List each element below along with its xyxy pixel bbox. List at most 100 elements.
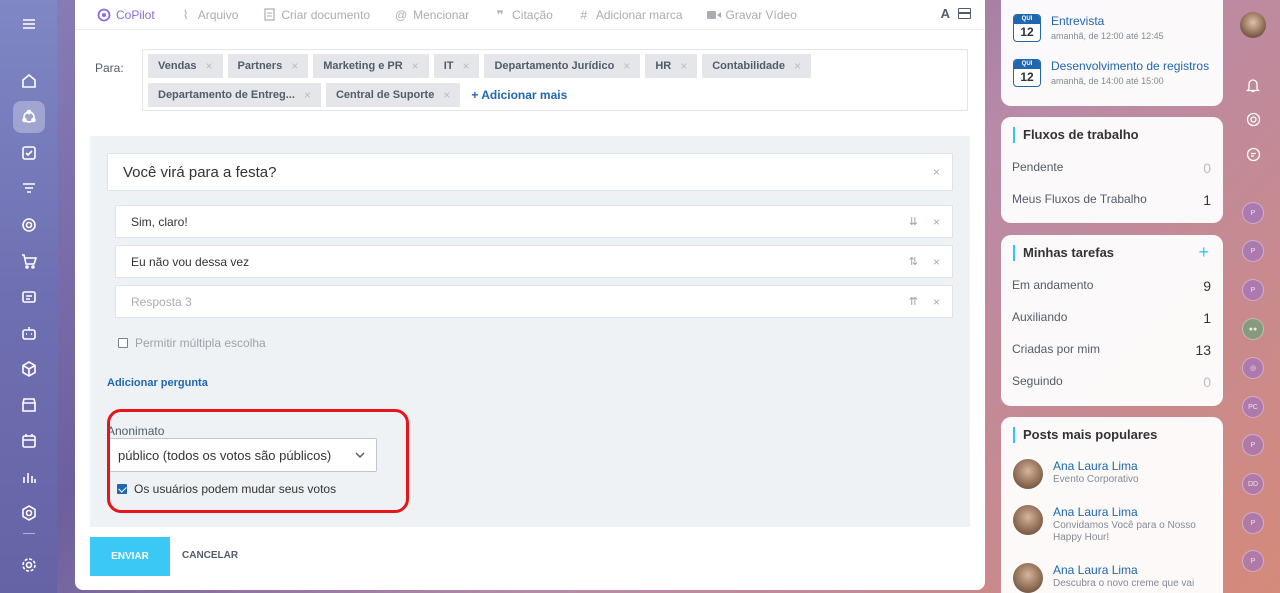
workflows-title[interactable]: Fluxos de trabalho <box>1013 127 1139 143</box>
post-item[interactable]: Ana Laura Lima Evento Corporativo <box>1013 459 1203 489</box>
recipient-chip[interactable]: Vendas × <box>148 54 223 78</box>
remove-chip-icon[interactable]: × <box>206 59 213 73</box>
checkbox-unchecked-icon[interactable] <box>118 338 128 348</box>
workflow-row[interactable]: Pendente 0 <box>1012 160 1211 176</box>
remove-answer-icon[interactable]: × <box>933 255 940 269</box>
recipients-field[interactable]: Vendas × Partners × Marketing e PR × IT × De… <box>142 49 968 111</box>
post-item[interactable]: Ana Laura Lima Convidamos Você para o No… <box>1013 505 1203 544</box>
user-avatar[interactable] <box>1240 12 1266 38</box>
hexagon-icon[interactable] <box>13 497 45 529</box>
filter-icon[interactable] <box>13 173 45 205</box>
change-votes-checkbox[interactable]: Os usuários podem mudar seus votos <box>117 482 336 496</box>
cart-icon[interactable] <box>13 245 45 277</box>
post-author[interactable]: Ana Laura Lima <box>1053 563 1203 578</box>
remove-chip-icon[interactable]: × <box>462 59 469 73</box>
task-row[interactable]: Auxiliando 1 <box>1012 310 1211 326</box>
poll-answer-input[interactable]: Eu não vou dessa vez ⇅ × <box>115 245 953 278</box>
add-tag-button[interactable]: # Adicionar marca <box>577 8 682 22</box>
event-title[interactable]: Entrevista <box>1051 14 1164 29</box>
tasks-title[interactable]: Minhas tarefas <box>1013 245 1114 261</box>
tasks-icon[interactable] <box>13 137 45 169</box>
checkbox-checked-icon[interactable] <box>117 484 127 494</box>
recipient-chip[interactable]: IT × <box>433 54 480 78</box>
remove-chip-icon[interactable]: × <box>443 88 450 102</box>
avatar[interactable] <box>1013 563 1043 593</box>
copilot-button[interactable]: CoPilot <box>97 8 155 22</box>
recipient-chip[interactable]: HR × <box>645 54 698 78</box>
box-icon[interactable] <box>13 353 45 385</box>
poll-answer-input[interactable]: Resposta 3 ⇈ × <box>115 285 953 318</box>
recipient-chip[interactable]: Departamento de Entreg... × <box>148 83 321 107</box>
contact-bubble[interactable]: PC <box>1242 396 1264 418</box>
workflow-row[interactable]: Meus Fluxos de Trabalho 1 <box>1012 192 1211 208</box>
recipient-chip[interactable]: Contabilidade × <box>702 54 811 78</box>
target-icon[interactable] <box>13 209 45 241</box>
calendar-icon[interactable] <box>13 425 45 457</box>
mention-button[interactable]: @ Mencionar <box>394 8 469 22</box>
group-chat-icon[interactable]: ●● <box>1242 318 1264 340</box>
task-row[interactable]: Seguindo 0 <box>1012 374 1211 390</box>
remove-chip-icon[interactable]: × <box>304 88 311 102</box>
contact-bubble[interactable]: P <box>1242 550 1264 572</box>
create-document-button[interactable]: Criar documento <box>262 8 370 22</box>
popular-posts-title[interactable]: Posts mais populares <box>1013 427 1157 443</box>
add-question-link[interactable]: Adicionar pergunta <box>107 377 208 389</box>
event-item[interactable]: QUI 12 Entrevista amanhã, de 12:00 até 1… <box>1013 14 1164 43</box>
sort-updown-icon[interactable]: ⇅ <box>909 255 918 268</box>
cancel-button[interactable]: CANCELAR <box>182 550 238 561</box>
remove-answer-icon[interactable]: × <box>933 295 940 309</box>
chat-icon[interactable] <box>1242 143 1264 165</box>
analytics-icon[interactable] <box>13 461 45 493</box>
post-author[interactable]: Ana Laura Lima <box>1053 505 1203 520</box>
text-format-icon[interactable]: A <box>941 6 950 21</box>
bell-icon[interactable] <box>1242 74 1264 96</box>
multiple-choice-checkbox[interactable]: Permitir múltipla escolha <box>118 336 266 350</box>
post-item[interactable]: Ana Laura Lima Descubra o novo creme que… <box>1013 563 1203 593</box>
remove-question-icon[interactable]: × <box>933 165 940 179</box>
contact-bubble[interactable]: P <box>1242 434 1264 456</box>
recipient-chip[interactable]: Central de Suporte × <box>325 83 461 107</box>
avatar[interactable] <box>1013 505 1043 535</box>
add-task-icon[interactable]: + <box>1198 243 1209 261</box>
add-more-recipients-link[interactable]: + Adicionar mais <box>471 83 567 107</box>
contact-bubble[interactable]: P <box>1242 202 1264 224</box>
task-row[interactable]: Em andamento 9 <box>1012 278 1211 294</box>
event-item[interactable]: QUI 12 Desenvolvimento de registros aman… <box>1013 59 1209 88</box>
store-icon[interactable] <box>13 389 45 421</box>
recipient-chip[interactable]: Partners × <box>227 54 309 78</box>
post-author[interactable]: Ana Laura Lima <box>1053 459 1203 474</box>
sort-up-icon[interactable]: ⇈ <box>909 295 918 308</box>
record-video-button[interactable]: Gravar Vídeo <box>706 8 797 22</box>
contacts-icon[interactable] <box>13 281 45 313</box>
recipient-chip[interactable]: Departamento Jurídico × <box>484 54 641 78</box>
remove-chip-icon[interactable]: × <box>794 59 801 73</box>
anonymity-select[interactable]: público (todos os votos são públicos) <box>107 438 377 472</box>
task-row[interactable]: Criadas por mim 13 <box>1012 342 1211 358</box>
recipient-chip[interactable]: Marketing e PR × <box>313 54 429 78</box>
settings-icon[interactable] <box>13 549 45 581</box>
home-icon[interactable] <box>13 65 45 97</box>
contact-bubble[interactable]: P <box>1242 279 1264 301</box>
attach-file-button[interactable]: ⌇ Arquivo <box>179 8 239 22</box>
panel-toggle-icon[interactable] <box>958 8 971 19</box>
remove-answer-icon[interactable]: × <box>933 215 940 229</box>
quote-button[interactable]: ❞ Citação <box>493 8 553 22</box>
avatar[interactable] <box>1013 459 1043 489</box>
remove-chip-icon[interactable]: × <box>680 59 687 73</box>
contact-bubble[interactable]: P <box>1242 240 1264 262</box>
feed-icon[interactable] <box>13 101 45 133</box>
menu-icon[interactable] <box>13 8 45 40</box>
poll-answer-input[interactable]: Sim, claro! ⇊ × <box>115 205 953 238</box>
robot-icon[interactable] <box>13 317 45 349</box>
poll-question-input[interactable]: Você virá para a festa? × <box>107 153 953 191</box>
contact-bubble[interactable]: DD <box>1242 473 1264 495</box>
sort-down-icon[interactable]: ⇊ <box>909 215 918 228</box>
remove-chip-icon[interactable]: × <box>412 59 419 73</box>
remove-chip-icon[interactable]: × <box>623 59 630 73</box>
contact-bubble[interactable]: P <box>1242 512 1264 534</box>
copilot-chat-icon[interactable]: ◎ <box>1242 357 1264 379</box>
event-title[interactable]: Desenvolvimento de registros <box>1051 59 1209 74</box>
copilot-icon[interactable] <box>1242 108 1264 130</box>
send-button[interactable]: ENVIAR <box>90 537 170 576</box>
remove-chip-icon[interactable]: × <box>291 59 298 73</box>
